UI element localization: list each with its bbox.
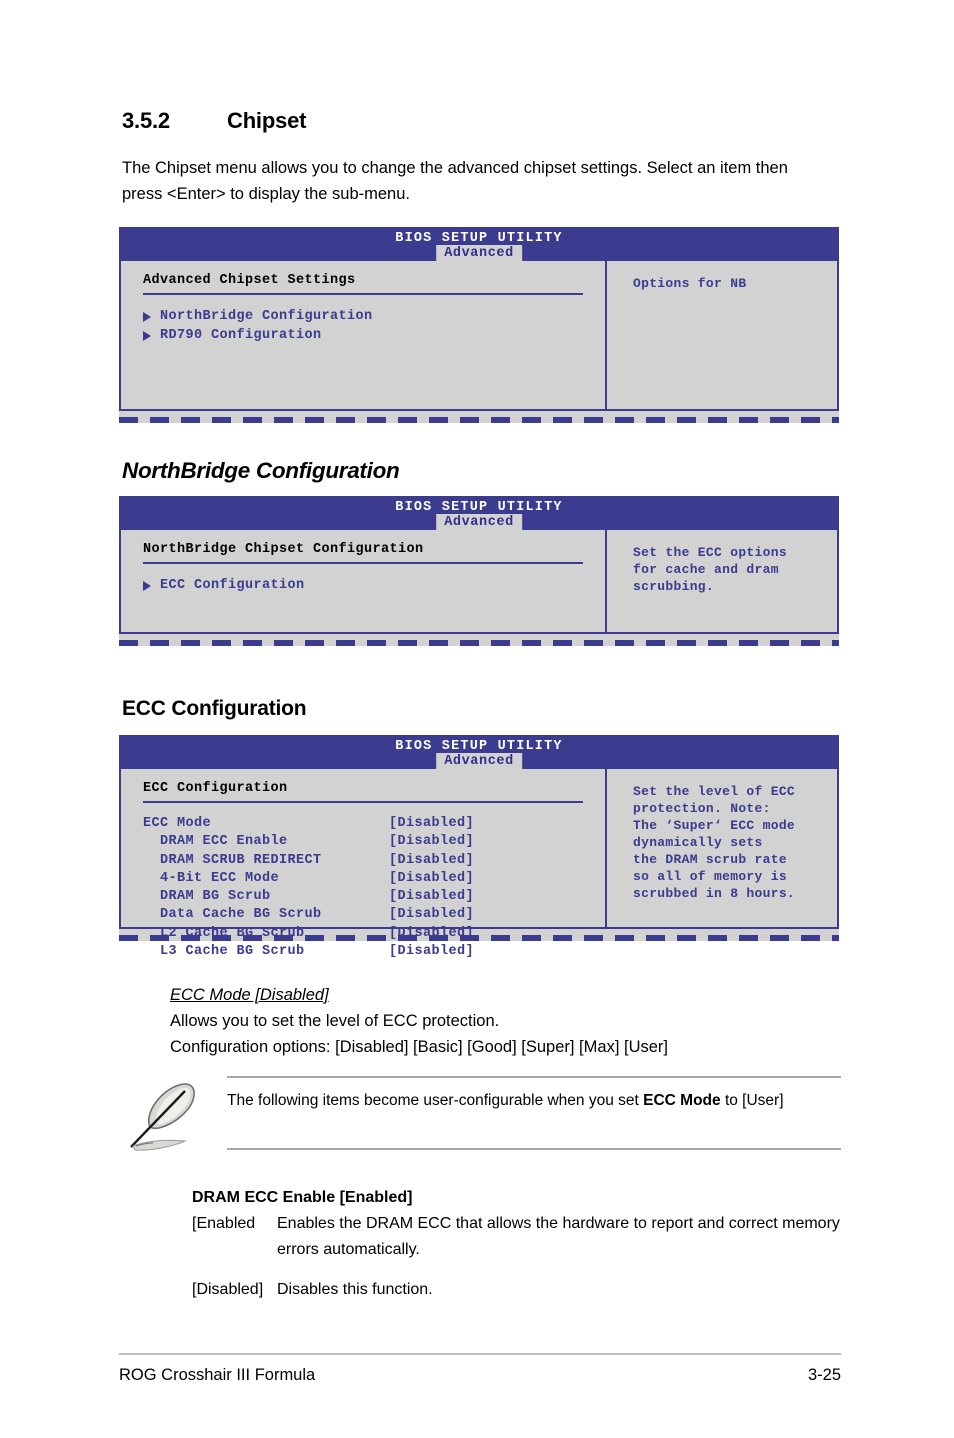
setting-row-4-bit-ecc-mode[interactable]: 4-Bit ECC Mode [Disabled]	[143, 870, 605, 888]
menu-item-label: NorthBridge Configuration	[160, 309, 373, 324]
setting-row-l3-cache-bg-scrub[interactable]: L3 Cache BG Scrub [Disabled]	[143, 943, 605, 961]
section-title: Chipset	[227, 108, 307, 133]
bios-title: BIOS SETUP UTILITY	[395, 739, 563, 754]
panel-title: NorthBridge Chipset Configuration	[143, 542, 583, 564]
setting-label: ECC Mode	[143, 816, 212, 831]
setting-row-dram-scrub-redirect[interactable]: DRAM SCRUB REDIRECT [Disabled]	[143, 852, 605, 870]
footer-product-name: ROG Crosshair III Formula	[119, 1366, 316, 1384]
dram-ecc-enabled-row: [Enabled Enables the DRAM ECC that allow…	[192, 1211, 842, 1263]
note-divider-top	[227, 1076, 841, 1078]
bios-title: BIOS SETUP UTILITY	[395, 231, 563, 246]
footer-page-number: 3-25	[807, 1366, 841, 1384]
intro-paragraph: The Chipset menu allows you to change th…	[122, 159, 788, 203]
bios-screenshot-chipset: BIOS SETUP UTILITY Advanced Advanced Chi…	[119, 227, 839, 423]
note-text: The following items become user-configur…	[227, 1088, 827, 1113]
bios-help-panel: Set the level of ECC protection. Note: T…	[607, 769, 837, 927]
setting-label: DRAM SCRUB REDIRECT	[143, 852, 322, 868]
subheading-northbridge-configuration: NorthBridge Configuration	[122, 458, 400, 483]
setting-label: Data Cache BG Scrub	[143, 907, 322, 923]
bios-header: BIOS SETUP UTILITY Advanced	[119, 496, 839, 532]
bios-body: NorthBridge Chipset Configuration ECC Co…	[119, 530, 839, 634]
setting-row-l2-cache-bg-scrub[interactable]: L2 Cache BG Scrub [Disabled]	[143, 925, 605, 943]
dram-ecc-enabled-key: [Enabled	[192, 1215, 256, 1232]
setting-label: L2 Cache BG Scrub	[143, 925, 305, 941]
menu-item-rd790-configuration[interactable]: RD790 Configuration	[143, 326, 605, 345]
bios-cut-dashed-line	[119, 640, 839, 646]
note-callout: The following items become user-configur…	[119, 1070, 841, 1160]
ecc-mode-desc-title: ECC Mode [Disabled]	[170, 986, 329, 1004]
bios-header: BIOS SETUP UTILITY Advanced	[119, 735, 839, 771]
setting-row-dram-bg-scrub[interactable]: DRAM BG Scrub [Disabled]	[143, 888, 605, 906]
menu-item-label: ECC Configuration	[160, 578, 305, 593]
bios-help-panel: Set the ECC options for cache and dram s…	[607, 530, 837, 632]
dram-ecc-enable-description: DRAM ECC Enable [Enabled] [Enabled Enabl…	[192, 1185, 842, 1303]
setting-value: [Disabled]	[389, 889, 475, 905]
dram-ecc-disabled-key: [Disabled]	[192, 1281, 264, 1298]
bios-menu-list: NorthBridge Configuration RD790 Configur…	[143, 307, 605, 345]
setting-value: [Disabled]	[389, 816, 475, 831]
bios-left-panel: ECC Configuration ECC Mode [Disabled] DR…	[121, 769, 607, 959]
note-text-before: The following items become user-configur…	[227, 1092, 644, 1109]
dram-ecc-disabled-row: [Disabled] Disables this function.	[192, 1277, 842, 1303]
pencil-icon	[123, 1076, 209, 1156]
setting-label: DRAM BG Scrub	[143, 889, 271, 905]
section-number: 3.5.2	[122, 108, 170, 133]
ecc-mode-desc-line2: Configuration options: [Disabled] [Basic…	[170, 1038, 668, 1056]
setting-value: [Disabled]	[389, 852, 475, 868]
setting-value: [Disabled]	[389, 944, 475, 960]
bios-menu-list: ECC Configuration	[143, 576, 605, 595]
setting-value: [Disabled]	[389, 925, 475, 941]
panel-title: Advanced Chipset Settings	[143, 273, 583, 295]
setting-row-data-cache-bg-scrub[interactable]: Data Cache BG Scrub [Disabled]	[143, 906, 605, 924]
bios-left-panel: NorthBridge Chipset Configuration ECC Co…	[121, 530, 607, 632]
help-text: Set the ECC options for cache and dram s…	[633, 545, 787, 594]
menu-item-ecc-configuration[interactable]: ECC Configuration	[143, 576, 605, 595]
bios-title: BIOS SETUP UTILITY	[395, 500, 563, 515]
bios-body: Advanced Chipset Settings NorthBridge Co…	[119, 261, 839, 411]
dram-ecc-disabled-value: Disables this function.	[277, 1281, 433, 1298]
ecc-mode-desc-line1: Allows you to set the level of ECC prote…	[170, 1012, 500, 1030]
menu-item-northbridge-configuration[interactable]: NorthBridge Configuration	[143, 307, 605, 326]
bios-left-panel: Advanced Chipset Settings NorthBridge Co…	[121, 261, 607, 409]
setting-row-ecc-mode[interactable]: ECC Mode [Disabled]	[143, 815, 605, 833]
ecc-mode-description: ECC Mode [Disabled] Allows you to set th…	[170, 982, 850, 1060]
bios-cut-dashed-line	[119, 417, 839, 423]
bios-header: BIOS SETUP UTILITY Advanced	[119, 227, 839, 263]
footer-divider	[119, 1353, 841, 1355]
note-text-bold: ECC Mode	[643, 1092, 721, 1109]
bios-screenshot-ecc: BIOS SETUP UTILITY Advanced ECC Configur…	[119, 735, 839, 959]
settings-list: ECC Mode [Disabled] DRAM ECC Enable [Dis…	[143, 815, 605, 961]
panel-title: ECC Configuration	[143, 781, 583, 803]
bios-body: ECC Configuration ECC Mode [Disabled] DR…	[119, 769, 839, 959]
setting-label: 4-Bit ECC Mode	[143, 870, 280, 886]
dram-ecc-enabled-value: Enables the DRAM ECC that allows the har…	[277, 1215, 840, 1258]
note-text-after: to [User]	[720, 1092, 784, 1109]
triangle-right-icon	[143, 330, 151, 341]
setting-row-dram-ecc-enable[interactable]: DRAM ECC Enable [Disabled]	[143, 833, 605, 851]
help-text: Set the level of ECC protection. Note: T…	[633, 784, 796, 901]
setting-value: [Disabled]	[389, 834, 475, 850]
menu-item-label: RD790 Configuration	[160, 328, 322, 343]
setting-label: L3 Cache BG Scrub	[143, 944, 305, 960]
triangle-right-icon	[143, 311, 151, 322]
triangle-right-icon	[143, 580, 151, 591]
setting-value: [Disabled]	[389, 870, 475, 886]
setting-label: DRAM ECC Enable	[143, 834, 288, 850]
document-page: 3.5.2 Chipset The Chipset menu allows yo…	[0, 0, 954, 1438]
bios-screenshot-northbridge: BIOS SETUP UTILITY Advanced NorthBridge …	[119, 496, 839, 646]
subheading-ecc-configuration: ECC Configuration	[122, 697, 307, 720]
page-title: 3.5.2 Chipset	[122, 108, 306, 134]
setting-value: [Disabled]	[389, 907, 475, 923]
bios-help-panel: Options for NB	[607, 261, 837, 409]
note-divider-bottom	[227, 1148, 841, 1150]
dram-ecc-title: DRAM ECC Enable [Enabled]	[192, 1189, 413, 1206]
help-text: Options for NB	[633, 276, 747, 291]
